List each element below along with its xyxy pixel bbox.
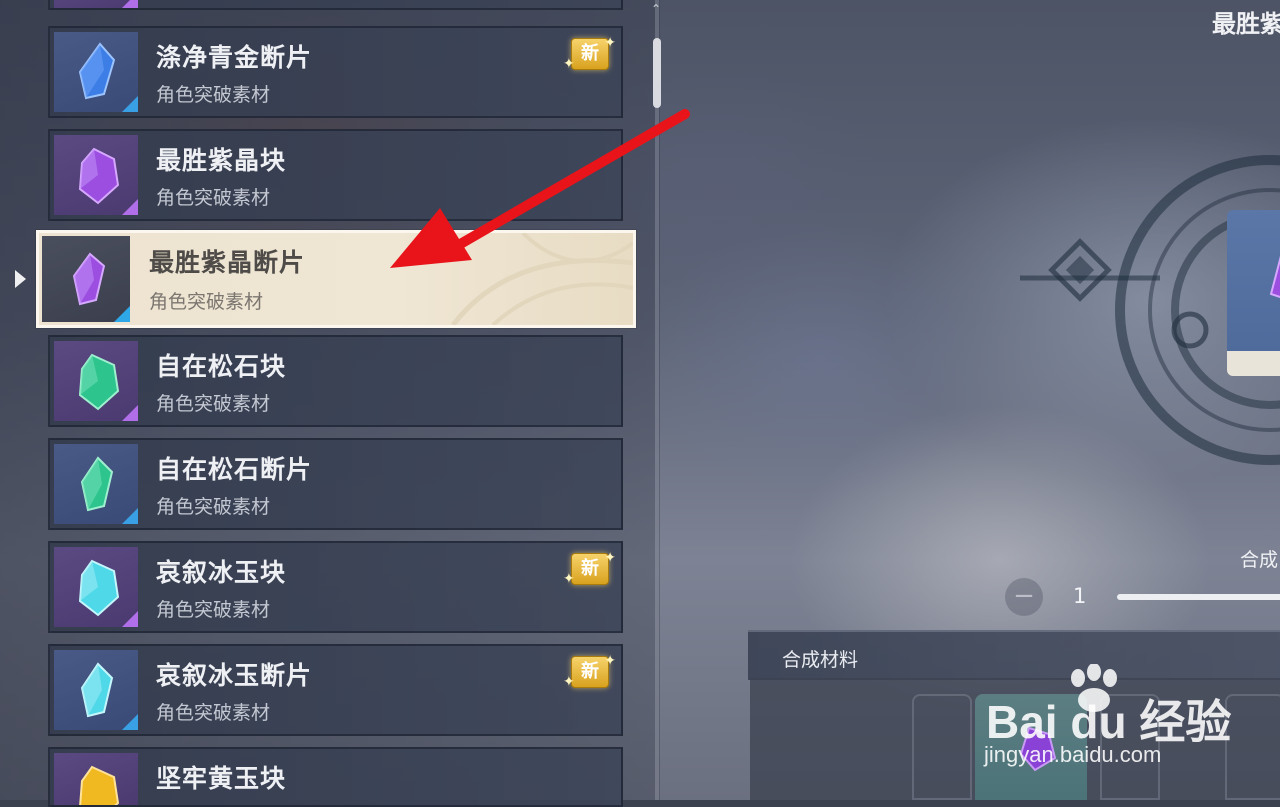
sparkle-icon: ✦ [563, 571, 575, 587]
material-category: 角色突破素材 [156, 702, 271, 724]
material-category: 角色突破素材 [156, 496, 271, 518]
material-name: 哀叙冰玉断片 [156, 661, 313, 690]
gem-icon [80, 662, 114, 718]
material-thumbnail [54, 341, 138, 421]
material-thumbnail [54, 0, 138, 8]
material-name: 哀叙冰玉块 [156, 558, 287, 587]
annotation-arrow-icon [390, 109, 690, 268]
synthesize-label: 合成 [1240, 549, 1279, 571]
material-thumbnail [54, 547, 138, 627]
quantity-value: 1 [1073, 584, 1087, 608]
new-badge: 新 ✦ ✦ [563, 550, 616, 587]
detail-title: 最胜紫 [1212, 10, 1280, 38]
gem-icon [79, 765, 120, 805]
gem-icon [78, 42, 116, 100]
material-category: 角色突破素材 [149, 291, 264, 313]
scrollbar-thumb[interactable] [653, 38, 661, 108]
gem-icon [72, 252, 106, 306]
material-card[interactable]: 自在松石断片 角色突破素材 [48, 438, 623, 530]
material-name: 最胜紫晶断片 [149, 248, 306, 277]
material-thumbnail [54, 650, 138, 730]
gem-icon [78, 353, 120, 411]
sparkle-icon: ✦ [604, 653, 616, 669]
sparkle-icon: ✦ [604, 550, 616, 566]
gem-icon [78, 147, 120, 205]
material-thumbnail [54, 753, 138, 805]
material-thumbnail [54, 444, 138, 524]
material-card[interactable]: 哀叙冰玉块 角色突破素材 新 ✦ ✦ [48, 541, 623, 633]
material-thumbnail [54, 32, 138, 112]
material-name: 涤净青金断片 [156, 43, 313, 72]
material-name: 最胜紫晶块 [156, 146, 287, 175]
material-category: 角色突破素材 [156, 84, 271, 106]
scroll-up-icon[interactable]: ⌃ [651, 2, 661, 16]
new-badge: 新 ✦ ✦ [563, 653, 616, 690]
material-name: 自在松石块 [156, 352, 287, 381]
decrease-quantity-button[interactable]: − [1005, 578, 1043, 616]
baidu-watermark: Bai du 经验 jingyan.baidu.com [978, 664, 1238, 774]
material-name: 自在松石断片 [156, 455, 313, 484]
material-card[interactable]: 自在松石块 角色突破素材 [48, 335, 623, 427]
material-category: 角色突破素材 [156, 393, 271, 415]
new-badge: 新 ✦ ✦ [563, 35, 616, 72]
gem-icon [80, 456, 114, 512]
sparkle-icon: ✦ [563, 56, 575, 72]
material-thumbnail [42, 236, 130, 322]
material-thumbnail [54, 135, 138, 215]
gem-icon [1269, 255, 1280, 299]
material-category: 角色突破素材 [156, 187, 271, 209]
sparkle-icon: ✦ [604, 35, 616, 51]
sparkle-icon: ✦ [563, 674, 575, 690]
quantity-slider[interactable] [1117, 594, 1280, 600]
gem-icon [78, 559, 120, 617]
materials-header-label: 合成材料 [782, 649, 859, 671]
watermark-url: jingyan.baidu.com [984, 742, 1162, 767]
item-preview-card [1227, 210, 1280, 376]
material-card[interactable]: 坚牢黄玉块 [48, 747, 623, 807]
selection-pointer-icon [15, 270, 26, 288]
material-card[interactable]: 哀叙冰玉断片 角色突破素材 新 ✦ ✦ [48, 644, 623, 736]
material-name: 坚牢黄玉块 [156, 764, 287, 793]
material-slot [912, 694, 972, 800]
material-card[interactable] [48, 0, 623, 10]
material-category: 角色突破素材 [156, 599, 271, 621]
